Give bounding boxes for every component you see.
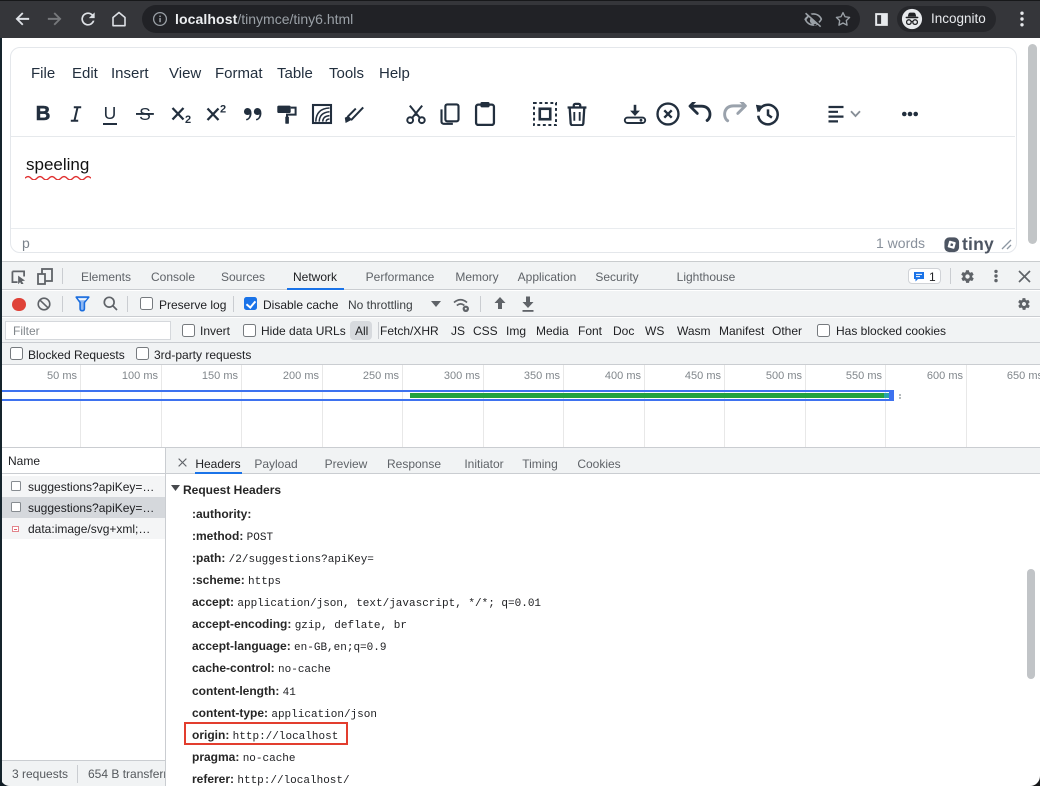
svg-text:2: 2: [185, 114, 191, 126]
svg-text:2: 2: [220, 104, 226, 116]
